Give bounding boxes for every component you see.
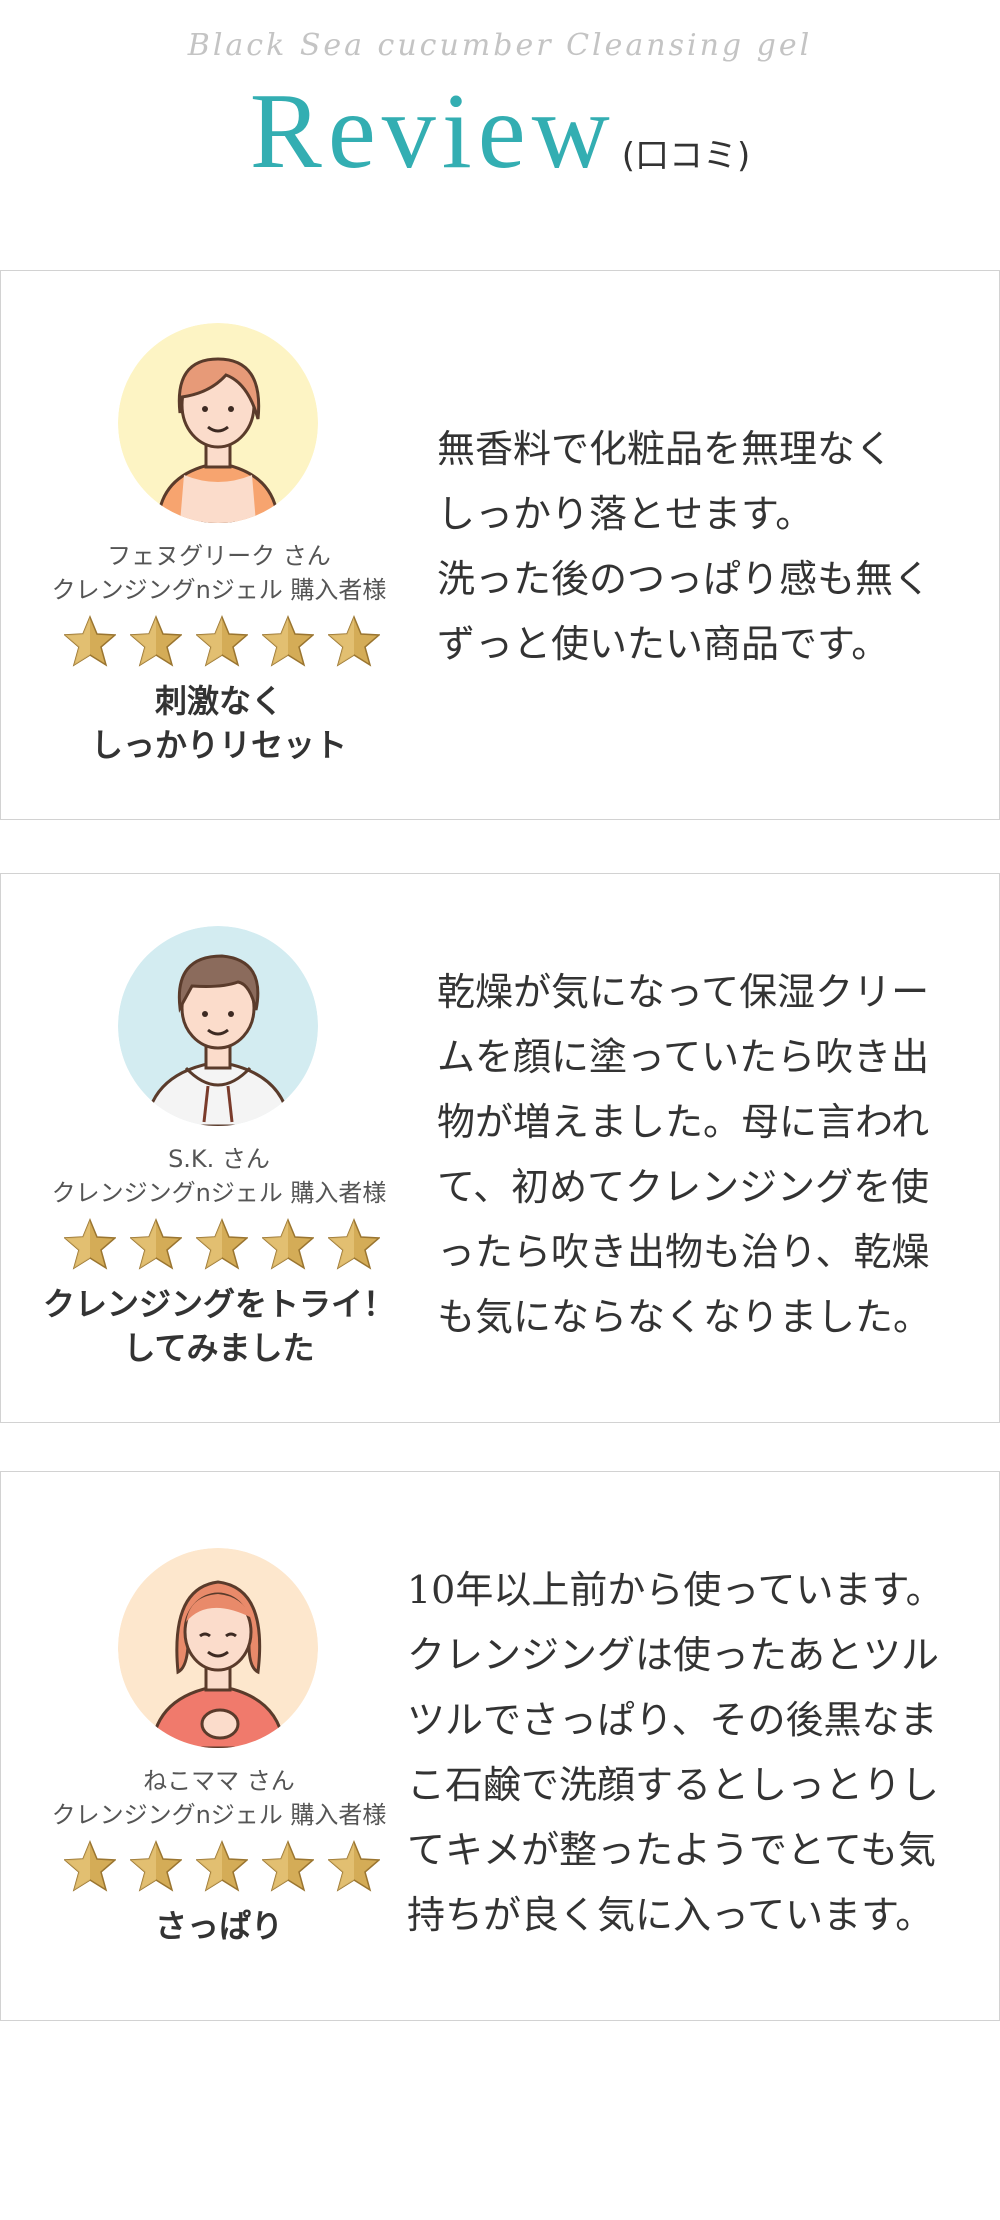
review-body: 10年以上前から使っています。 クレンジングは使ったあとツル ツルでさっぱり、そ… [407,1568,944,1937]
review-card: フェヌグリーク さん クレンジングnジェル 購入者様 刺激なく しっかりリセット… [0,270,1000,820]
star-icon [130,615,182,667]
star-icon [328,1840,380,1892]
page-title-jp: (口コミ) [621,136,751,176]
review-headline: さっぱり [154,1907,283,1945]
star-icon [262,1218,314,1270]
star-icon [328,1218,380,1270]
star-icon [130,1218,182,1270]
review-card: S.K. さん クレンジングnジェル 購入者様 クレンジングをトライ！ してみま… [0,873,1000,1423]
reviewer-info: フェヌグリーク さん クレンジングnジェル 購入者様 [1,539,437,607]
reviewer-name: フェヌグリーク さん [107,542,331,570]
star-rating [64,1840,380,1892]
reviewer-info: ねこママ さん クレンジングnジェル 購入者様 [1,1764,437,1832]
review-body: 乾燥が気になって保湿クリー ムを顔に塗っていたら吹き出 物が増えました。母に言わ… [437,970,932,1339]
star-rating [64,615,380,667]
star-icon [64,1218,116,1270]
reviewer-name: ねこママ さん [143,1767,295,1795]
review-body: 無香料で化粧品を無理なく しっかり落とせます。 洗った後のつっぱり感も無く ずっ… [437,427,932,666]
star-icon [196,615,248,667]
star-icon [64,1840,116,1892]
reviewer-product: クレンジングnジェル 購入者様 [51,1179,387,1207]
reviewer-product: クレンジングnジェル 購入者様 [51,1801,387,1829]
star-icon [196,1840,248,1892]
star-rating [64,1218,380,1270]
star-icon [130,1840,182,1892]
page-header: Black Sea cucumber Cleansing gel Review(… [0,0,1000,200]
star-icon [262,615,314,667]
review-headline: 刺激なく しっかりリセット [90,682,347,764]
avatar [118,323,318,523]
page-title: Review [249,72,616,191]
avatar [118,926,318,1126]
star-icon [64,615,116,667]
avatar [118,1548,318,1748]
star-icon [328,615,380,667]
review-card: ねこママ さん クレンジングnジェル 購入者様 さっぱり 10年以上前から使って… [0,1471,1000,2021]
review-headline: クレンジングをトライ！ してみました [42,1285,395,1367]
product-subtitle: Black Sea cucumber Cleansing gel [187,28,813,63]
reviewer-name: S.K. さん [168,1145,270,1173]
title-row: Review (口コミ) [0,70,1000,194]
reviewer-info: S.K. さん クレンジングnジェル 購入者様 [1,1142,437,1210]
reviewer-product: クレンジングnジェル 購入者様 [51,576,387,604]
star-icon [262,1840,314,1892]
star-icon [196,1218,248,1270]
